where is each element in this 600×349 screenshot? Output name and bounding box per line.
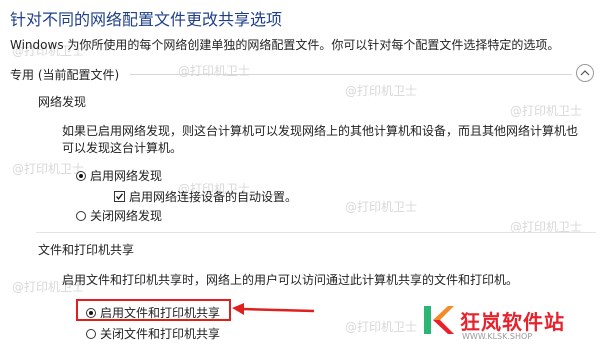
auto-setup-checkbox[interactable]	[114, 191, 125, 202]
radio-button-selected[interactable]	[76, 170, 86, 181]
file-printer-sharing-description: 启用文件和打印机共享时，网络上的用户可以访问通过此计算机共享的文件和打印机。	[62, 273, 519, 287]
radio-button[interactable]	[86, 328, 96, 339]
watermark: @打印机卫士	[345, 84, 418, 98]
profile-section-header[interactable]: 专用 (当前配置文件)	[10, 64, 598, 84]
brand-logo-icon	[424, 306, 454, 334]
highlight-box	[76, 299, 231, 321]
watermark: @打印机卫士	[345, 200, 418, 214]
page-description: Windows 为你所使用的每个网络创建单独的网络配置文件。你可以针对每个配置文…	[10, 38, 560, 52]
page-title: 针对不同的网络配置文件更改共享选项	[10, 10, 283, 29]
network-discovery-description: 可以发现这台计算机。	[62, 141, 183, 155]
watermark: @打印机卫士	[510, 104, 583, 118]
network-discovery-off-label: 关闭网络发现	[90, 209, 163, 223]
brand-name: 狂岚软件站	[460, 310, 565, 334]
file-printer-sharing-heading: 文件和打印机共享	[38, 243, 135, 257]
watermark: @打印机卫士	[345, 320, 418, 334]
file-sharing-off-label: 关闭文件和打印机共享	[100, 327, 221, 341]
brand-logo: 狂岚软件站 WWW.KLSK.SHOP	[420, 302, 598, 342]
network-discovery-on-option[interactable]: 启用网络发现	[76, 167, 162, 184]
collapse-button[interactable]	[576, 64, 594, 82]
brand-url: WWW.KLSK.SHOP	[462, 332, 533, 341]
checkmark-icon	[116, 193, 124, 200]
profile-section-label: 专用 (当前配置文件)	[10, 68, 120, 82]
file-sharing-off-option[interactable]: 关闭文件和打印机共享	[86, 325, 220, 342]
arrow-icon	[232, 303, 315, 315]
auto-setup-label: 启用网络连接设备的自动设置。	[129, 190, 298, 204]
network-discovery-on-label: 启用网络发现	[90, 169, 163, 183]
network-discovery-heading: 网络发现	[38, 95, 87, 109]
section-divider	[130, 74, 572, 75]
auto-setup-checkbox-row[interactable]: 启用网络连接设备的自动设置。	[114, 188, 297, 205]
network-discovery-off-option[interactable]: 关闭网络发现	[76, 207, 162, 224]
radio-button[interactable]	[76, 210, 86, 221]
divider	[36, 232, 596, 233]
chevron-up-icon	[580, 70, 590, 76]
watermark: @打印机卫士	[12, 162, 85, 176]
